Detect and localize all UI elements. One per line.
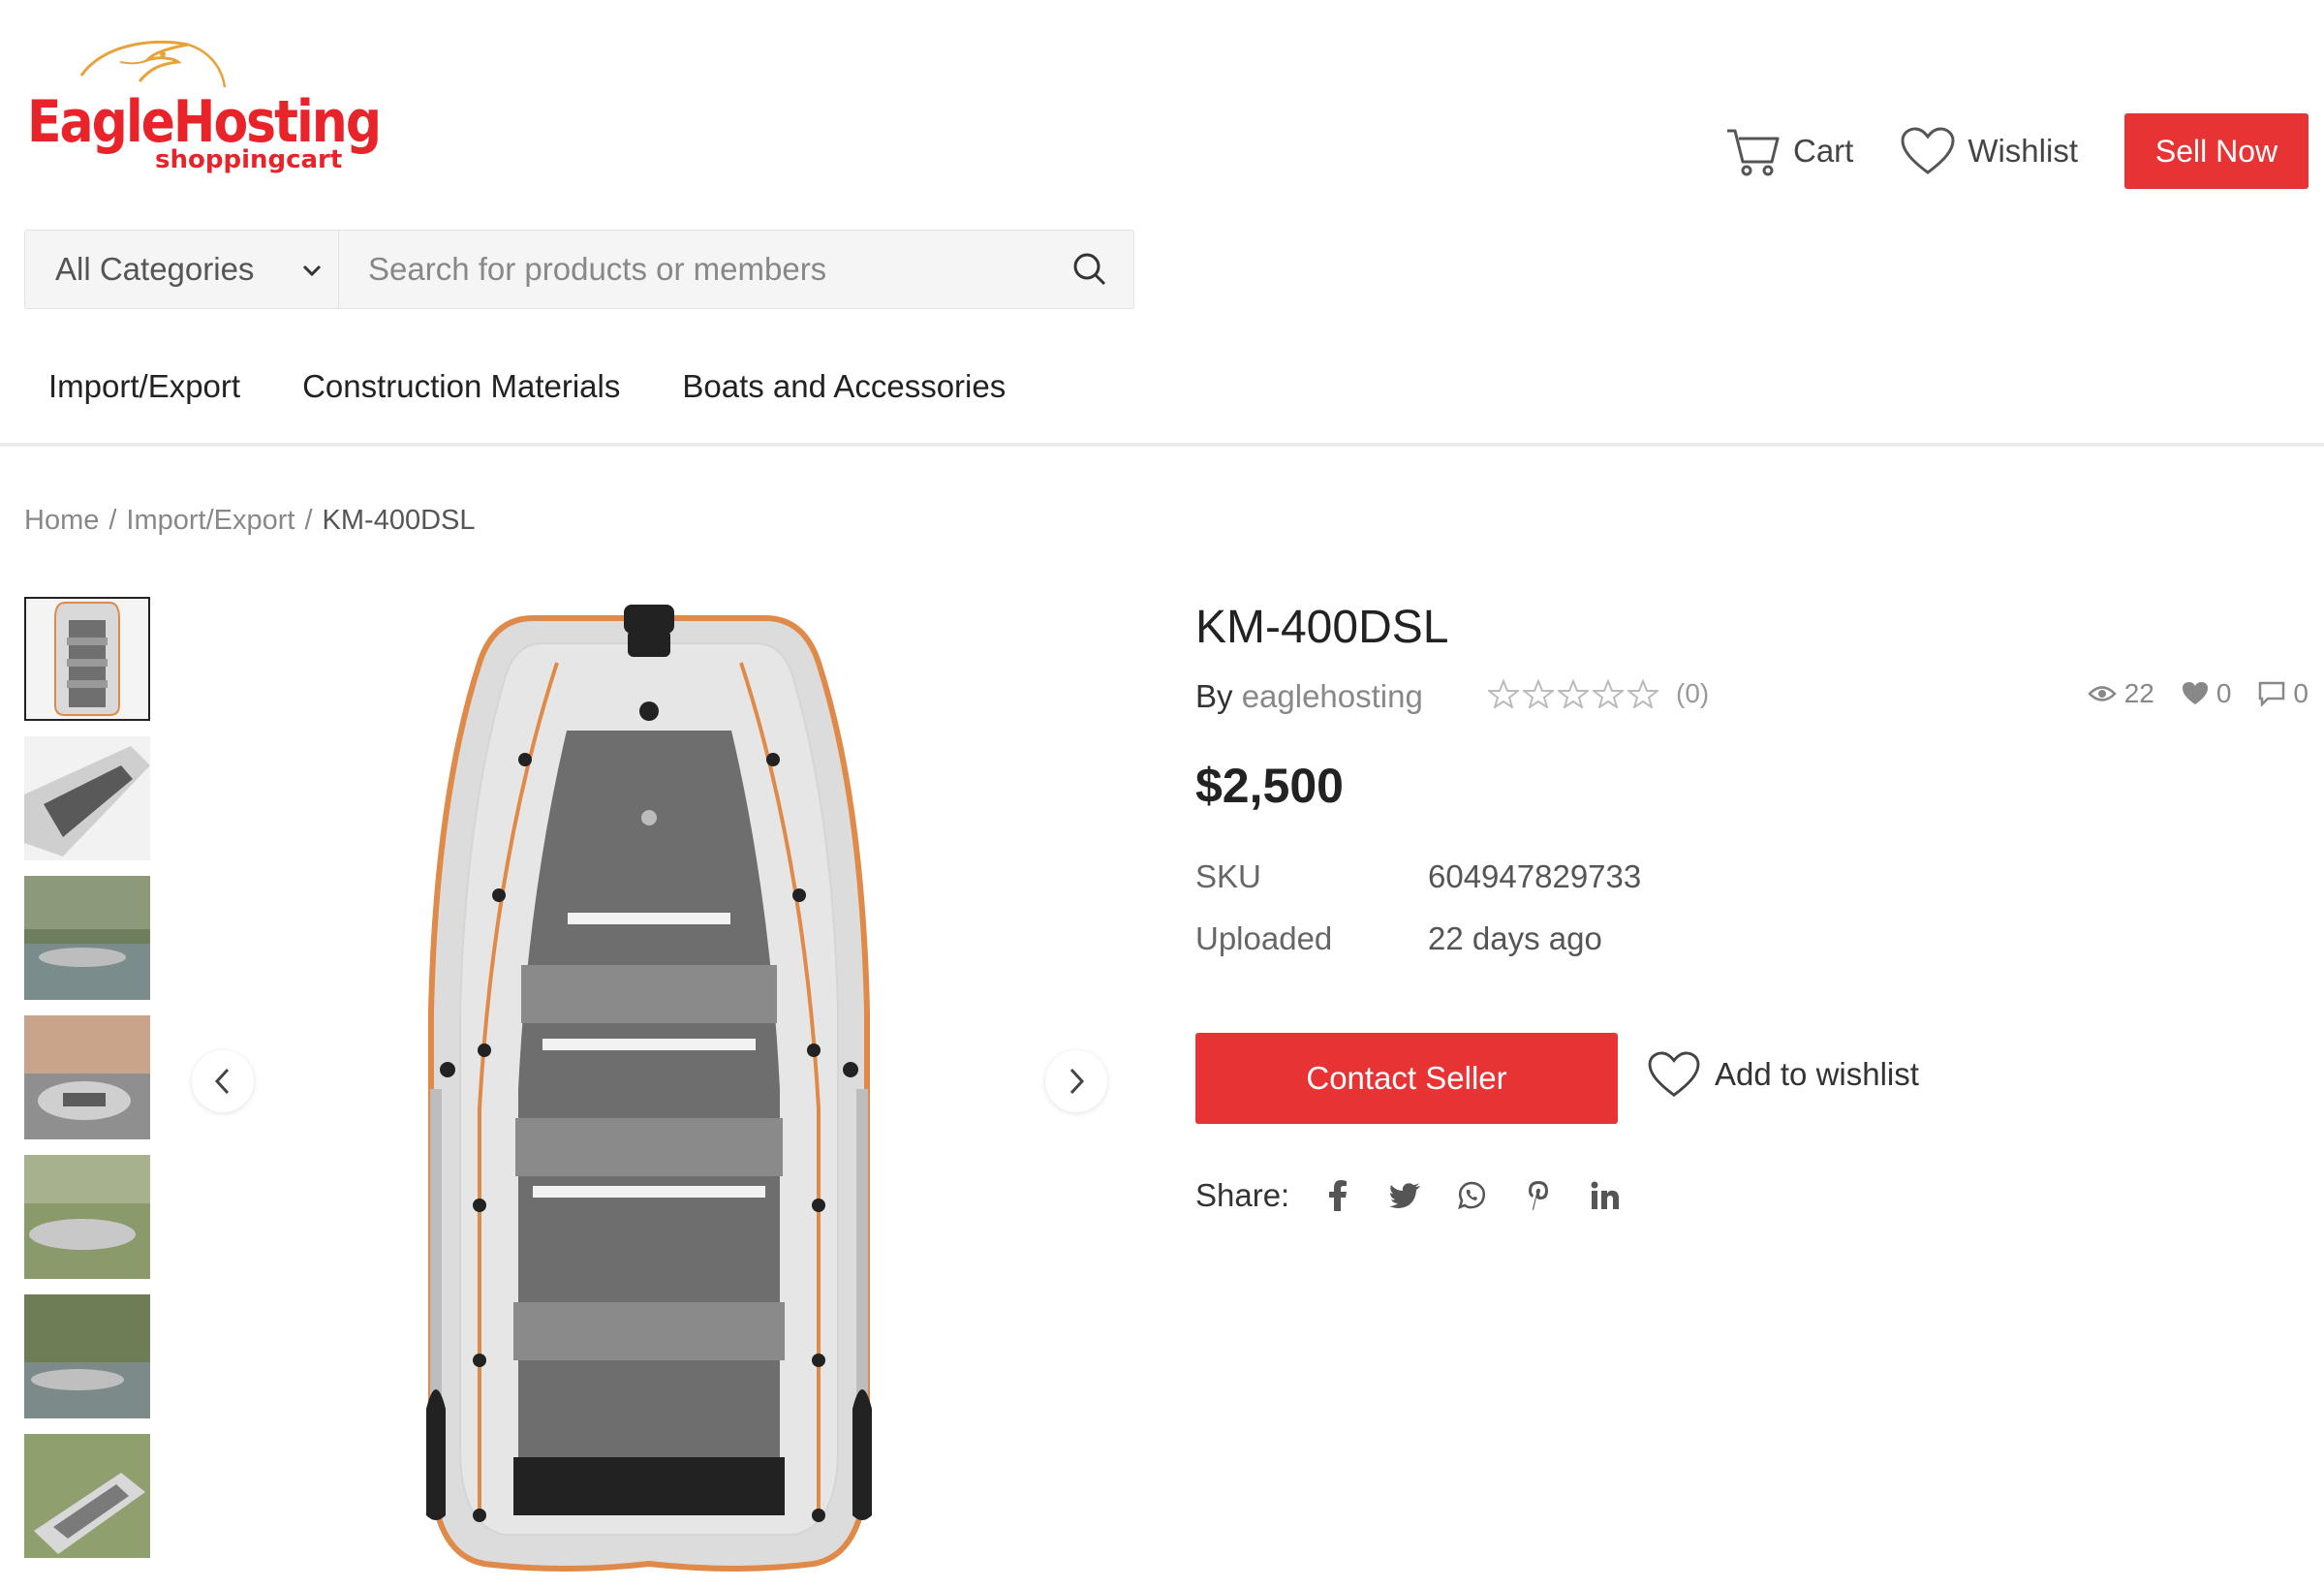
thumbnail-4[interactable] bbox=[24, 1015, 150, 1139]
search-icon bbox=[1073, 253, 1106, 286]
cart-icon bbox=[1726, 129, 1780, 176]
carousel-next-button[interactable] bbox=[1045, 1050, 1107, 1112]
category-select-value: All Categories bbox=[55, 251, 255, 287]
boat-grass-image bbox=[24, 1434, 150, 1558]
boat-shore-image bbox=[24, 1155, 150, 1279]
search-bar: All Categories bbox=[24, 230, 1134, 309]
meta-key: SKU bbox=[1195, 858, 1261, 894]
header-actions: Cart Wishlist Sell Now bbox=[1725, 113, 2309, 189]
share-label: Share: bbox=[1195, 1177, 1290, 1213]
brand-tagline: shoppingcart bbox=[155, 145, 343, 174]
star-icon bbox=[1627, 679, 1658, 708]
search-input[interactable] bbox=[339, 231, 1046, 308]
star-icon bbox=[1488, 679, 1519, 708]
boat-lake-image bbox=[24, 876, 150, 1000]
nav-divider bbox=[0, 443, 2324, 447]
linkedin-icon bbox=[1591, 1181, 1620, 1209]
breadcrumb-current: KM-400DSL bbox=[322, 505, 476, 536]
whatsapp-share-button[interactable] bbox=[1454, 1176, 1489, 1215]
meta-key: Uploaded bbox=[1195, 920, 1333, 956]
contact-seller-button[interactable]: Contact Seller bbox=[1195, 1033, 1618, 1124]
cart-link[interactable]: Cart bbox=[1725, 125, 1853, 177]
breadcrumb-separator: / bbox=[304, 505, 313, 536]
category-nav: Import/Export Construction Materials Boa… bbox=[48, 368, 1068, 405]
meta-row-uploaded: Uploaded 22 days ago bbox=[1195, 920, 1641, 982]
meta-value: 604947829733 bbox=[1428, 858, 1642, 894]
thumbnail-5[interactable] bbox=[24, 1155, 150, 1279]
comment-icon bbox=[2259, 681, 2285, 706]
wishlist-link[interactable]: Wishlist bbox=[1900, 126, 2078, 176]
likes-count: 0 bbox=[2216, 678, 2232, 708]
boat-river-image bbox=[24, 1294, 150, 1418]
seller-byline: By eaglehosting bbox=[1195, 678, 1423, 715]
pinterest-share-button[interactable] bbox=[1521, 1176, 1556, 1215]
wishlist-label: Wishlist bbox=[1968, 133, 2078, 169]
nav-item-boats-accessories[interactable]: Boats and Accessories bbox=[682, 368, 1006, 405]
breadcrumb-home[interactable]: Home bbox=[24, 505, 99, 537]
meta-row-sku: SKU 604947829733 bbox=[1195, 858, 1641, 920]
rating-count: (0) bbox=[1676, 678, 1710, 708]
facebook-icon bbox=[1329, 1180, 1348, 1211]
thumbnail-gallery bbox=[24, 597, 154, 1573]
share-bar: Share: bbox=[1195, 1176, 1655, 1215]
views-count: 22 bbox=[2123, 678, 2154, 708]
star-icon bbox=[1593, 679, 1624, 708]
product-meta: SKU 604947829733 Uploaded 22 days ago bbox=[1195, 858, 1641, 982]
whatsapp-icon bbox=[1458, 1181, 1486, 1210]
add-to-wishlist-button[interactable]: Add to wishlist bbox=[1647, 1050, 1919, 1099]
heart-icon bbox=[1648, 1051, 1700, 1097]
breadcrumb: Home / Import/Export / KM-400DSL bbox=[24, 505, 476, 537]
chevron-left-icon bbox=[214, 1068, 230, 1095]
pinterest-icon bbox=[1529, 1181, 1549, 1210]
linkedin-share-button[interactable] bbox=[1588, 1176, 1623, 1215]
search-button[interactable] bbox=[1046, 231, 1133, 308]
breadcrumb-separator: / bbox=[108, 505, 117, 536]
twitter-icon bbox=[1389, 1183, 1421, 1208]
boat-sunset-image bbox=[24, 1015, 150, 1139]
thumbnail-1[interactable] bbox=[24, 597, 150, 721]
thumbnail-2[interactable] bbox=[24, 736, 150, 860]
product-main-image bbox=[426, 605, 872, 1572]
seller-link[interactable]: eaglehosting bbox=[1242, 678, 1423, 714]
product-rating: (0) bbox=[1488, 678, 1709, 709]
heart-icon bbox=[1901, 127, 1955, 174]
comments-count: 0 bbox=[2293, 678, 2309, 708]
by-label: By bbox=[1195, 678, 1233, 714]
rating-stars bbox=[1488, 679, 1662, 708]
views-stat: 22 bbox=[2087, 678, 2154, 709]
nav-item-construction-materials[interactable]: Construction Materials bbox=[302, 368, 620, 405]
chevron-right-icon bbox=[1069, 1068, 1085, 1095]
star-icon bbox=[1558, 679, 1589, 708]
eye-icon bbox=[2087, 686, 2117, 701]
product-price: $2,500 bbox=[1195, 759, 1344, 813]
meta-value: 22 days ago bbox=[1428, 920, 1602, 956]
likes-stat: 0 bbox=[2182, 678, 2232, 709]
nav-item-import-export[interactable]: Import/Export bbox=[48, 368, 240, 405]
brand-logo[interactable]: EagleHosting shoppingcart bbox=[23, 27, 382, 182]
boat-angle-image bbox=[24, 736, 150, 860]
facebook-share-button[interactable] bbox=[1320, 1176, 1355, 1215]
thumbnail-6[interactable] bbox=[24, 1294, 150, 1418]
cart-label: Cart bbox=[1792, 133, 1854, 169]
thumbnail-3[interactable] bbox=[24, 876, 150, 1000]
heart-filled-icon bbox=[2182, 682, 2208, 704]
star-icon bbox=[1523, 679, 1554, 708]
carousel-prev-button[interactable] bbox=[192, 1050, 254, 1112]
category-select[interactable]: All Categories bbox=[25, 231, 339, 308]
product-title: KM-400DSL bbox=[1195, 602, 1449, 653]
breadcrumb-category[interactable]: Import/Export bbox=[126, 505, 294, 537]
product-stats: 22 0 0 bbox=[2061, 678, 2309, 709]
comments-stat: 0 bbox=[2258, 678, 2309, 709]
add-to-wishlist-label: Add to wishlist bbox=[1715, 1056, 1919, 1092]
sell-now-button[interactable]: Sell Now bbox=[2124, 113, 2309, 189]
twitter-share-button[interactable] bbox=[1387, 1176, 1422, 1215]
thumbnail-7[interactable] bbox=[24, 1434, 150, 1558]
boat-top-view-image bbox=[26, 599, 148, 719]
chevron-down-icon bbox=[302, 265, 322, 277]
